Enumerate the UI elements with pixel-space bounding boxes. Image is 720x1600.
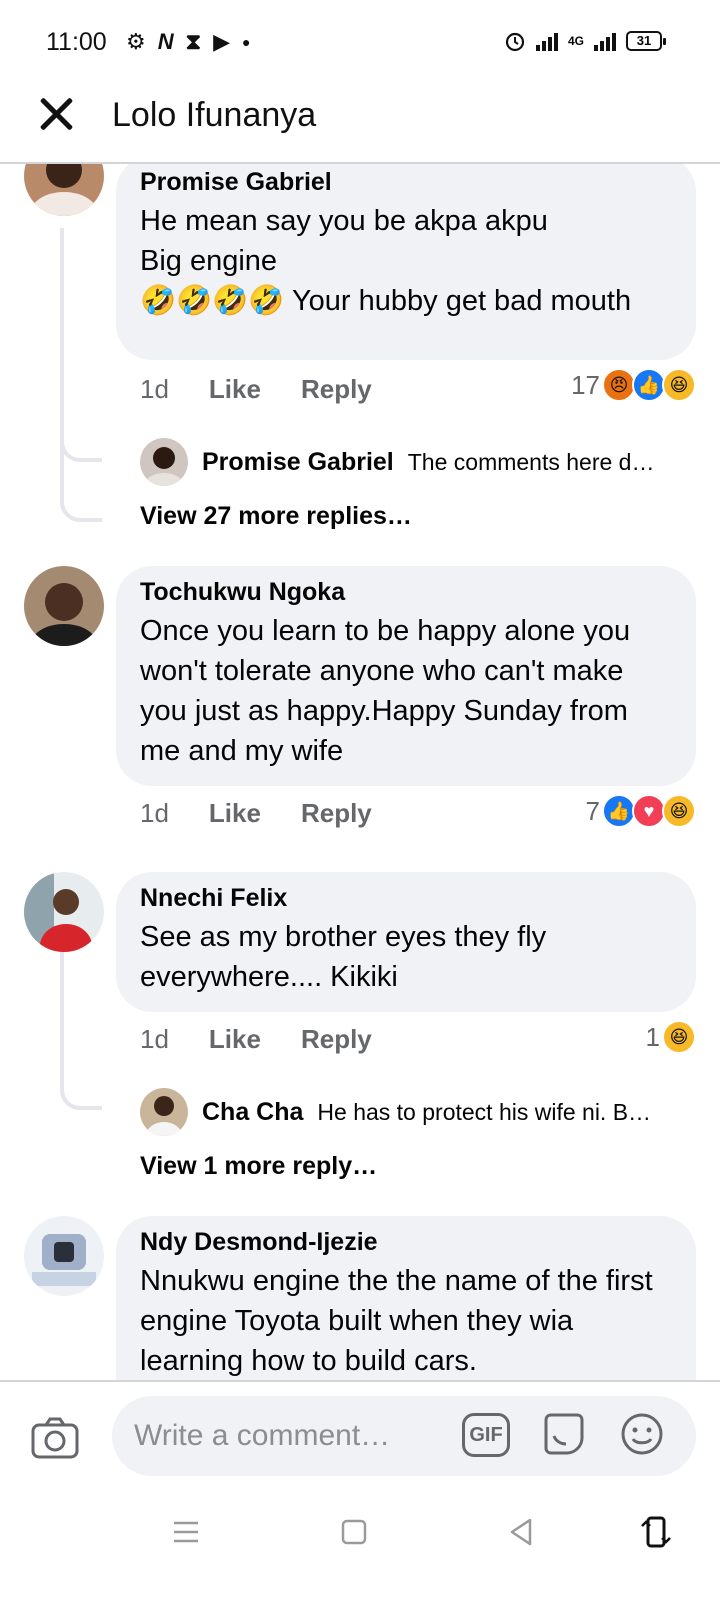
hourglass-icon: ⧗ (185, 29, 202, 54)
reply-text: The comments here d… (407, 448, 655, 475)
notification-icons: ⚙ N ⧗ ▶ ● (126, 30, 250, 54)
netflix-icon: N (157, 29, 174, 54)
comment-author[interactable]: Ndy Desmond-Ijezie (140, 1228, 672, 1257)
comment-time: 1d (140, 1024, 169, 1054)
comment-input[interactable] (134, 1412, 454, 1460)
home-icon[interactable] (334, 1512, 374, 1552)
signal-icon (535, 31, 558, 51)
reaction-summary[interactable]: 17 😠 👍 😆 (571, 368, 696, 402)
reaction-summary[interactable]: 1 😆 (646, 1020, 696, 1054)
comment-text: He mean say you be akpa akpu Big engine … (140, 205, 632, 317)
comment-author[interactable]: Tochukwu Ngoka (140, 578, 672, 607)
comment-feed[interactable]: Promise Gabriel He mean say you be akpa … (0, 164, 720, 1408)
status-bar: 11:00 ⚙ N ⧗ ▶ ● 4G 31 (0, 0, 720, 86)
battery-icon: 31 (626, 31, 666, 51)
comment-text: Once you learn to be happy alone you won… (140, 615, 631, 767)
camera-icon[interactable] (30, 1416, 80, 1460)
thread-line (60, 228, 102, 522)
comment-author[interactable]: Nnechi Felix (140, 884, 672, 913)
like-reaction-icon: 👍 (632, 368, 666, 402)
alarm-icon (505, 32, 525, 52)
avatar-promise-gabriel[interactable] (24, 164, 104, 216)
back-icon[interactable] (502, 1512, 542, 1552)
thread-branch (60, 1052, 102, 1110)
more-dot-icon: ● (242, 34, 251, 50)
thread-branch (60, 404, 102, 462)
love-reaction-icon: ♥ (632, 794, 666, 828)
reaction-summary[interactable]: 7 👍 ♥ 😆 (586, 794, 696, 828)
comment-text: Nnukwu engine the the name of the first … (140, 1265, 653, 1377)
comment-bubble[interactable]: Nnechi Felix See as my brother eyes they… (116, 872, 696, 1012)
reply-button[interactable]: Reply (301, 374, 372, 405)
status-time: 11:00 (46, 28, 107, 56)
reply-author: Promise Gabriel (202, 447, 394, 476)
reply-text: He has to protect his wife ni. B… (317, 1098, 652, 1125)
menu-icon[interactable] (166, 1512, 206, 1552)
post-header: Lolo Ifunanya (0, 86, 720, 164)
system-nav-bar (0, 1490, 720, 1600)
reply-preview[interactable]: Cha Cha He has to protect his wife ni. B… (140, 1088, 700, 1136)
comment-actions: 1d Like Reply (140, 798, 372, 829)
rotate-icon[interactable] (636, 1512, 676, 1552)
like-button[interactable]: Like (209, 374, 261, 405)
comment-actions: 1d Like Reply (140, 374, 372, 405)
youtube-icon: ▶ (213, 29, 230, 54)
emoji-icon[interactable] (618, 1410, 666, 1458)
signal-icon-2 (594, 31, 616, 51)
reaction-count: 7 (585, 795, 600, 826)
comment-bubble[interactable]: Promise Gabriel He mean say you be akpa … (116, 164, 696, 360)
view-more-replies-link[interactable]: View 27 more replies… (140, 502, 412, 531)
close-icon[interactable] (34, 92, 78, 136)
comment-time: 1d (140, 798, 169, 828)
page-title: Lolo Ifunanya (112, 96, 317, 134)
avatar-cha-cha (140, 1088, 188, 1136)
comment-input-container[interactable]: GIF (112, 1396, 696, 1476)
haha-reaction-icon: 😆 (662, 794, 696, 828)
haha-reaction-icon: 😆 (662, 1020, 696, 1054)
gear-icon: ⚙ (126, 29, 146, 54)
reply-author: Cha Cha (202, 1097, 304, 1126)
reaction-count: 17 (571, 369, 600, 400)
reply-button[interactable]: Reply (301, 1024, 372, 1055)
reply-button[interactable]: Reply (301, 798, 372, 829)
comment-author[interactable]: Promise Gabriel (140, 168, 672, 197)
avatar-tochukwu-ngoka[interactable] (24, 566, 104, 646)
avatar-nnechi-felix[interactable] (24, 872, 104, 952)
gif-button[interactable]: GIF (462, 1413, 510, 1457)
comment-time: 1d (140, 374, 169, 404)
avatar-promise-gabriel (140, 438, 188, 486)
like-button[interactable]: Like (209, 798, 261, 829)
comment-actions: 1d Like Reply (140, 1024, 372, 1055)
sticker-icon[interactable] (540, 1410, 588, 1458)
system-icons: 4G 31 (504, 30, 666, 52)
haha-reaction-icon: 😆 (662, 368, 696, 402)
reaction-count: 1 (645, 1021, 660, 1052)
view-more-replies-link[interactable]: View 1 more reply… (140, 1152, 377, 1181)
avatar-ndy-desmond-ijezie[interactable] (24, 1216, 104, 1296)
like-button[interactable]: Like (209, 1024, 261, 1055)
comment-composer: GIF (0, 1380, 720, 1490)
network-type: 4G (567, 34, 584, 48)
reply-preview[interactable]: Promise Gabriel The comments here d… (140, 438, 700, 486)
like-reaction-icon: 👍 (602, 794, 636, 828)
comment-text: See as my brother eyes they fly everywhe… (140, 921, 547, 993)
comment-bubble[interactable]: Tochukwu Ngoka Once you learn to be happ… (116, 566, 696, 786)
angry-reaction-icon: 😠 (602, 368, 636, 402)
